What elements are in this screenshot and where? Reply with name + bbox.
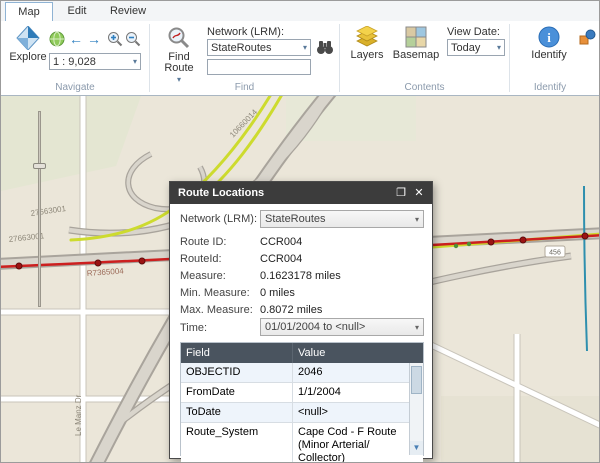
map-label-street-name: Le Manz Dr — [74, 394, 83, 436]
field-label-max-measure: Max. Measure: — [180, 304, 253, 316]
network-lrm-combo[interactable]: StateRoutes ▾ — [207, 39, 311, 56]
hem-point-tool-icon[interactable] — [579, 29, 596, 46]
layers-button[interactable]: Layers — [347, 26, 387, 61]
field-label-network: Network (LRM): — [180, 213, 257, 225]
zoom-in-icon[interactable] — [107, 31, 123, 47]
map-label-shield: 456 — [549, 250, 561, 257]
cell-field: ToDate — [181, 403, 293, 422]
chevron-down-icon: ▾ — [133, 57, 137, 66]
field-value-min-measure: 0 miles — [260, 287, 295, 299]
field-label-routeid: RouteId: — [180, 253, 222, 265]
chevron-down-icon: ▾ — [415, 323, 419, 332]
explore-label: Explore — [9, 52, 46, 63]
group-label-contents: Contents — [340, 82, 509, 94]
field-value-routeid: CCR004 — [260, 253, 302, 265]
cell-value: 1/1/2004 — [293, 383, 409, 402]
field-value-measure: 0.1623178 miles — [260, 270, 341, 282]
basemap-label: Basemap — [393, 50, 439, 61]
table-header-row: Field Value — [181, 343, 423, 363]
zoom-slider-handle[interactable] — [33, 163, 46, 169]
map-zoom-slider[interactable] — [33, 111, 46, 307]
maximize-icon[interactable]: ❐ — [394, 186, 408, 200]
table-row[interactable]: ToDate <null> — [181, 403, 423, 423]
close-icon[interactable]: ✕ — [412, 186, 426, 200]
field-value-max-measure: 0.8072 miles — [260, 304, 322, 316]
explore-compass-icon — [16, 26, 40, 50]
network-lrm-label: Network (LRM): — [207, 26, 284, 38]
network-lrm-value: StateRoutes — [211, 42, 272, 54]
ribbon-tabbar: Map Edit Review — [1, 1, 599, 21]
time-selected-value: 01/01/2004 to <null> — [265, 321, 365, 333]
zoom-out-icon[interactable] — [125, 31, 141, 47]
explore-button[interactable]: Explore — [9, 26, 47, 63]
scrollbar-down-arrow[interactable]: ▼ — [410, 441, 423, 455]
layers-label: Layers — [350, 50, 383, 61]
group-label-find: Find — [150, 82, 339, 94]
group-label-navigate: Navigate — [1, 82, 149, 94]
table-row[interactable]: FromDate 1/1/2004 — [181, 383, 423, 403]
svg-text:i: i — [547, 30, 551, 45]
dialog-title: Route Locations — [178, 187, 264, 199]
tab-edit[interactable]: Edit — [55, 2, 99, 21]
column-header-value: Value — [293, 343, 409, 363]
field-value-route-id: CCR004 — [260, 236, 302, 248]
basemap-button[interactable]: Basemap — [391, 26, 441, 61]
identify-info-icon: i — [538, 26, 560, 48]
binoculars-icon[interactable] — [316, 38, 334, 56]
forward-arrow-button[interactable]: → — [87, 31, 101, 47]
tab-review[interactable]: Review — [101, 2, 155, 21]
field-label-time: Time: — [180, 322, 207, 334]
chevron-down-icon: ▾ — [303, 43, 307, 52]
view-date-value: Today — [451, 42, 480, 54]
basemap-icon — [405, 26, 427, 48]
cell-value: 2046 — [293, 363, 409, 382]
layers-icon — [355, 26, 379, 48]
find-route-label: Find Route — [161, 52, 197, 74]
time-select[interactable]: 01/01/2004 to <null> ▾ — [260, 318, 424, 336]
identify-button[interactable]: i Identify — [527, 26, 571, 61]
attributes-table: Field Value OBJECTID 2046 FromDate 1/1/2… — [180, 342, 424, 456]
field-label-measure: Measure: — [180, 270, 226, 282]
network-lrm-select[interactable]: StateRoutes ▾ — [260, 210, 424, 228]
chevron-down-icon: ▾ — [497, 43, 501, 52]
ribbon: Map Edit Review Explore ← → — [1, 1, 599, 96]
network-lrm-selected-value: StateRoutes — [265, 213, 326, 225]
column-header-field: Field — [181, 343, 293, 363]
find-route-button[interactable]: Find Route ▾ — [157, 26, 201, 84]
table-row[interactable]: Route_System Cape Cod - F Route (Minor A… — [181, 423, 423, 463]
table-scrollbar[interactable]: ▼ — [409, 363, 423, 455]
globe-icon[interactable] — [49, 31, 65, 47]
find-route-magnifier-icon — [167, 26, 191, 50]
group-label-identify: Identify — [510, 82, 590, 94]
field-label-min-measure: Min. Measure: — [180, 287, 250, 299]
scale-combo[interactable]: 1 : 9,028 ▾ — [49, 53, 141, 70]
cell-field: Route_System — [181, 423, 293, 463]
identify-label: Identify — [531, 50, 566, 61]
scale-value: 1 : 9,028 — [53, 56, 96, 68]
cell-field: OBJECTID — [181, 363, 293, 382]
chevron-down-icon: ▾ — [415, 215, 419, 224]
application-window: Map Edit Review Explore ← → — [0, 0, 600, 463]
back-arrow-button[interactable]: ← — [69, 31, 83, 47]
cell-value: <null> — [293, 403, 409, 422]
field-label-route-id: Route ID: — [180, 236, 226, 248]
view-date-label: View Date: — [447, 26, 500, 38]
zoom-slider-track[interactable] — [38, 111, 41, 307]
route-search-input[interactable] — [207, 59, 311, 75]
table-row[interactable]: OBJECTID 2046 — [181, 363, 423, 383]
dialog-titlebar[interactable]: Route Locations — [170, 182, 432, 204]
scrollbar-thumb[interactable] — [411, 366, 422, 394]
cell-field: FromDate — [181, 383, 293, 402]
cell-value: Cape Cod - F Route (Minor Arterial/ Coll… — [293, 423, 409, 463]
view-date-combo[interactable]: Today ▾ — [447, 39, 505, 56]
tab-map[interactable]: Map — [5, 2, 53, 21]
route-locations-dialog: Route Locations ❐ ✕ Network (LRM): State… — [169, 181, 433, 459]
